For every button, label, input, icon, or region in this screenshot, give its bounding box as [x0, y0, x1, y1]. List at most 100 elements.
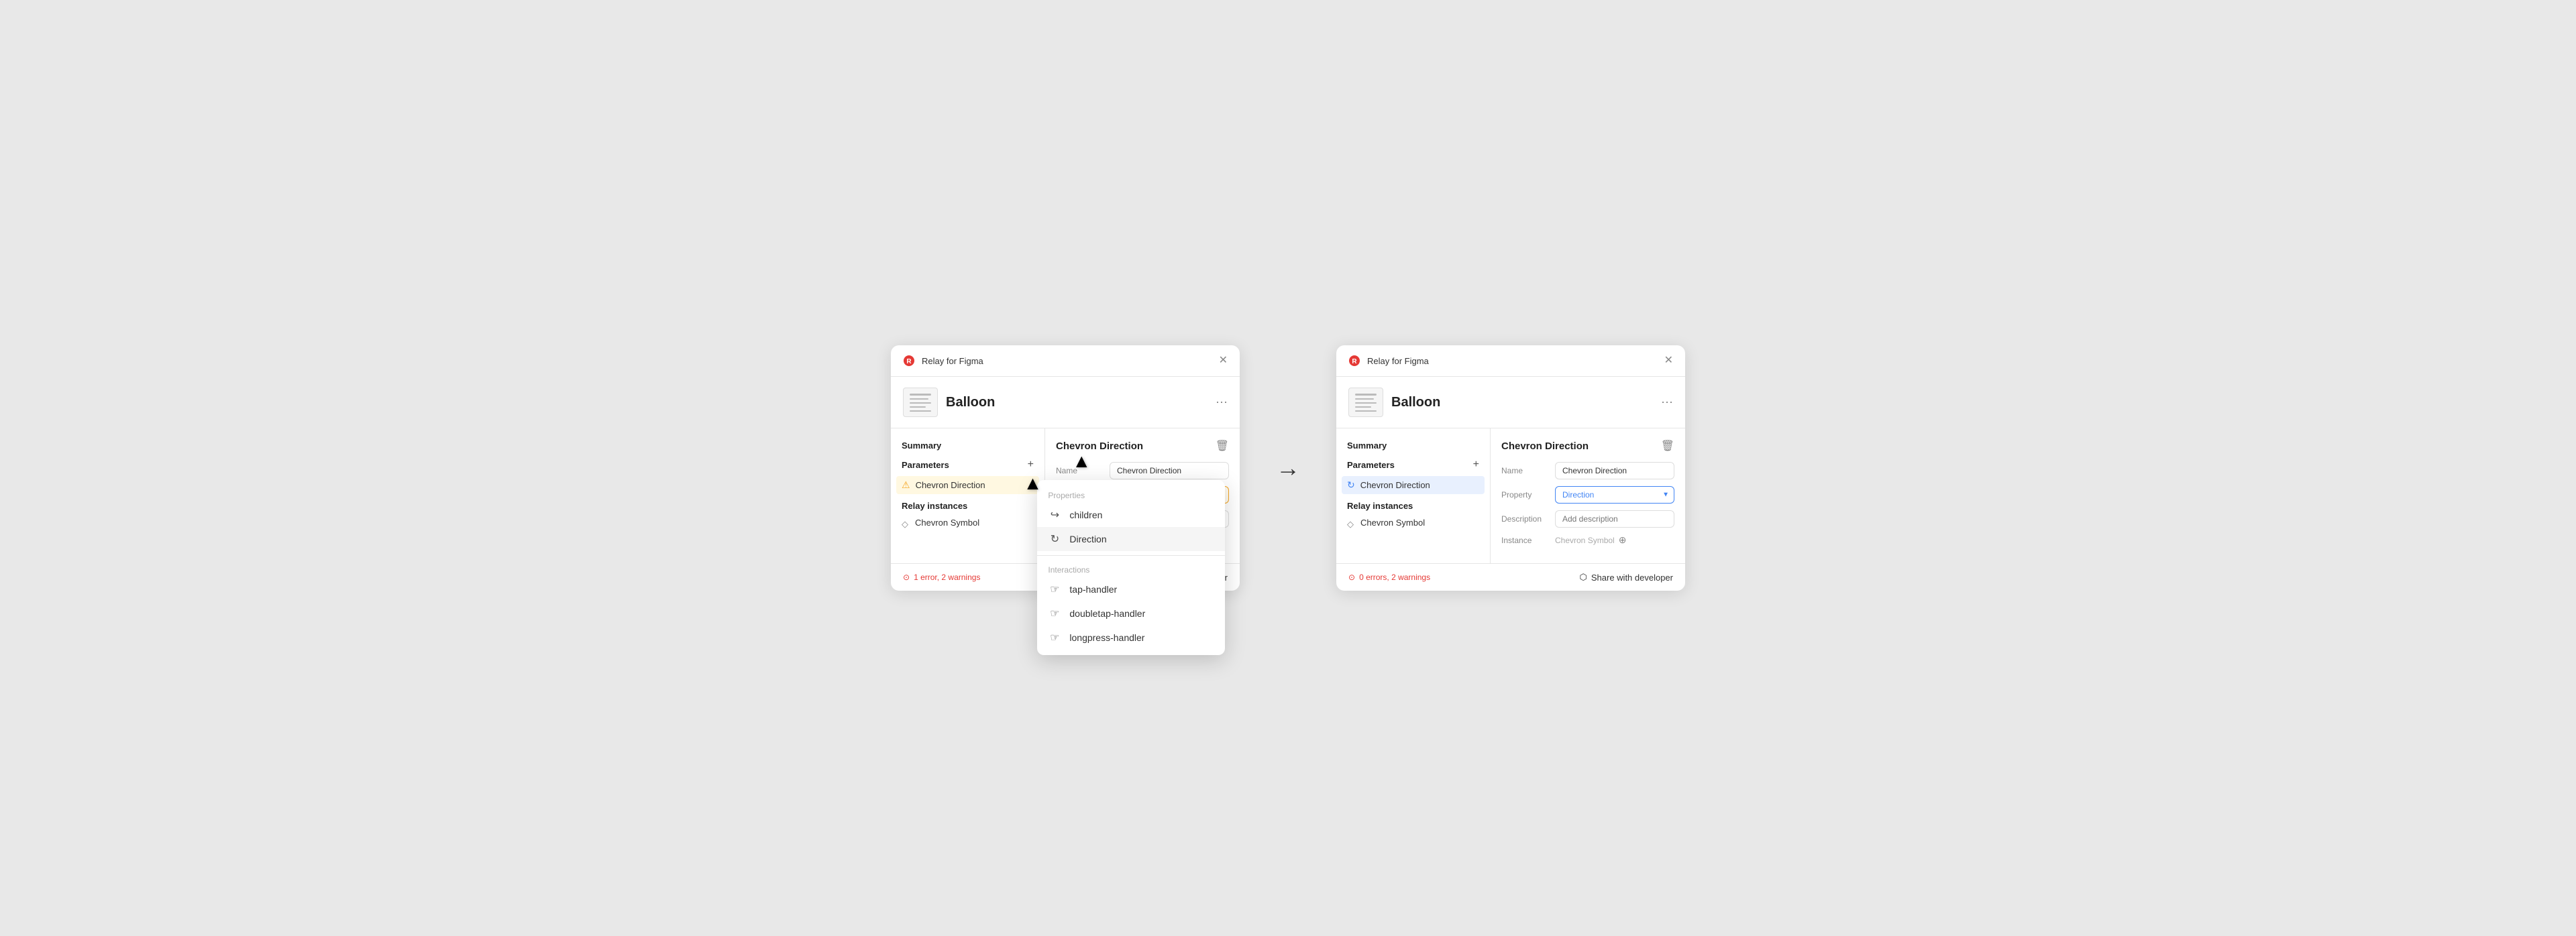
info-icon-2: ↻: [1347, 479, 1355, 491]
main-content-2: Chevron Direction 🗑 Name Property direct…: [1491, 428, 1685, 563]
component-thumbnail-1: [903, 388, 938, 417]
diamond-icon-1: [902, 519, 910, 527]
name-input-1[interactable]: [1110, 462, 1229, 479]
doubletap-label: doubletap-handler: [1069, 608, 1145, 619]
panel-2-footer: ⊙ 0 errors, 2 warnings ⬡ Share with deve…: [1336, 563, 1685, 591]
doubletap-icon: ☞: [1048, 607, 1061, 620]
component-header-1: Balloon ⋯: [891, 377, 1240, 428]
panel-1-header: R Relay for Figma ✕: [891, 345, 1240, 377]
relay-icon-2: R: [1348, 355, 1360, 367]
dropdown-item-doubletap[interactable]: ☞ doubletap-handler: [1037, 601, 1225, 626]
share-button-2[interactable]: ⬡ Share with developer: [1580, 572, 1674, 583]
sidebar-param-item-2[interactable]: ↻ Chevron Direction: [1342, 476, 1485, 494]
children-label: children: [1069, 510, 1102, 520]
footer-status-1: ⊙ 1 error, 2 warnings: [903, 573, 980, 582]
add-parameter-button-1[interactable]: +: [1028, 459, 1034, 471]
thumb-line-2-1: [1355, 394, 1377, 396]
error-text-1: 1 error, 2 warnings: [914, 573, 980, 582]
parameters-label-2: Parameters: [1347, 460, 1395, 470]
thumb-line-2-5: [1355, 410, 1377, 412]
section-title-2: Chevron Direction: [1501, 441, 1589, 452]
panel-1-header-left: R Relay for Figma: [903, 355, 983, 367]
instance-label-2: Chevron Symbol: [1360, 518, 1425, 528]
panel-2-header: R Relay for Figma ✕: [1336, 345, 1685, 377]
sidebar-2: Summary Parameters + ↻ Chevron Direction…: [1336, 428, 1491, 563]
section-header-row-1: Chevron Direction 🗑: [1056, 439, 1229, 453]
tap-label: tap-handler: [1069, 584, 1117, 595]
instance-field-label-2: Instance: [1501, 536, 1555, 545]
property-field-row-2: Property direction Direction ▼: [1501, 486, 1674, 504]
trash-button-2[interactable]: 🗑: [1661, 439, 1674, 453]
parameters-label-1: Parameters: [902, 460, 949, 470]
panel-2-header-left: R Relay for Figma: [1348, 355, 1429, 367]
properties-section-label: Properties: [1037, 485, 1225, 503]
parameters-section-1: Parameters +: [891, 456, 1044, 476]
param-label-2: Chevron Direction: [1360, 480, 1430, 490]
parameters-section-2: Parameters +: [1336, 456, 1490, 476]
name-label-2: Name: [1501, 466, 1555, 475]
component-thumbnail-2: [1348, 388, 1383, 417]
summary-label-1: Summary: [891, 438, 1044, 456]
arrow-container: →: [1261, 454, 1315, 482]
more-button-2[interactable]: ⋯: [1661, 396, 1673, 410]
name-field-row-2: Name: [1501, 462, 1674, 479]
direction-label: Direction: [1069, 534, 1106, 544]
warning-icon-1: ⚠: [902, 479, 910, 491]
instance-item-1[interactable]: Chevron Symbol: [891, 515, 1044, 530]
property-label-2: Property: [1501, 490, 1555, 500]
ok-icon-2: ⊙: [1348, 573, 1355, 582]
dropdown-divider: [1037, 555, 1225, 556]
param-label-1: Chevron Direction: [916, 480, 985, 490]
panel-1-title: Relay for Figma: [922, 356, 983, 366]
panel-1-close-button[interactable]: ✕: [1219, 355, 1228, 366]
ok-text-2: 0 errors, 2 warnings: [1359, 573, 1430, 582]
summary-label-2: Summary: [1336, 438, 1490, 456]
panel-2-title: Relay for Figma: [1367, 356, 1429, 366]
description-label-2: Description: [1501, 514, 1555, 524]
longpress-label: longpress-handler: [1069, 632, 1144, 643]
trash-button-1[interactable]: 🗑: [1216, 439, 1229, 453]
dropdown-item-longpress[interactable]: ☞ longpress-handler: [1037, 626, 1225, 650]
diamond-icon-2: [1347, 519, 1355, 527]
property-select-wrapper-2: direction Direction ▼: [1555, 486, 1674, 504]
dropdown-item-children[interactable]: ↪ children: [1037, 503, 1225, 527]
instance-field-row-2: Instance Chevron Symbol ⊕: [1501, 534, 1674, 546]
instance-field-2: Chevron Symbol ⊕: [1555, 534, 1674, 546]
share-label-2: Share with developer: [1591, 573, 1673, 583]
relay-icon: R: [903, 355, 915, 367]
name-field-row-1: Name: [1056, 462, 1229, 479]
instance-label-1: Chevron Symbol: [915, 518, 979, 528]
sidebar-1: Summary Parameters + ⚠ Chevron Direction…: [891, 428, 1045, 563]
panel-2-close-button[interactable]: ✕: [1664, 355, 1673, 366]
add-parameter-button-2[interactable]: +: [1473, 459, 1479, 471]
description-input-2[interactable]: [1555, 510, 1674, 528]
description-field-row-2: Description: [1501, 510, 1674, 528]
tap-icon: ☞: [1048, 583, 1061, 596]
sidebar-param-item-1[interactable]: ⚠ Chevron Direction: [896, 476, 1039, 494]
crosshair-button-2[interactable]: ⊕: [1619, 534, 1627, 546]
error-icon-1: ⊙: [903, 573, 910, 582]
thumb-line-3: [910, 402, 931, 404]
thumbnail-lines-1: [910, 394, 931, 412]
name-input-2[interactable]: [1555, 462, 1674, 479]
panel-2-body: Summary Parameters + ↻ Chevron Direction…: [1336, 428, 1685, 563]
dropdown-menu: Properties ↪ children ↻ Direction Intera…: [1037, 480, 1225, 655]
relay-instances-label-2: Relay instances: [1336, 494, 1490, 515]
property-select-2[interactable]: direction Direction: [1555, 486, 1674, 504]
share-icon-2: ⬡: [1580, 572, 1587, 583]
thumb-line-4: [910, 406, 926, 408]
right-arrow: →: [1276, 454, 1300, 482]
relay-instances-label-1: Relay instances: [891, 494, 1044, 515]
more-button-1[interactable]: ⋯: [1216, 396, 1228, 410]
dropdown-item-direction[interactable]: ↻ Direction: [1037, 527, 1225, 551]
component-header-2: Balloon ⋯: [1336, 377, 1685, 428]
longpress-icon: ☞: [1048, 631, 1061, 644]
instance-value-2: Chevron Symbol: [1555, 536, 1615, 545]
dropdown-item-tap[interactable]: ☞ tap-handler: [1037, 577, 1225, 601]
component-name-1: Balloon: [946, 395, 995, 410]
instance-item-2[interactable]: Chevron Symbol: [1336, 515, 1490, 530]
thumb-line-1: [910, 394, 931, 396]
component-header-left-1: Balloon: [903, 388, 995, 417]
section-title-1: Chevron Direction: [1056, 441, 1143, 452]
thumbnail-lines-2: [1355, 394, 1377, 412]
